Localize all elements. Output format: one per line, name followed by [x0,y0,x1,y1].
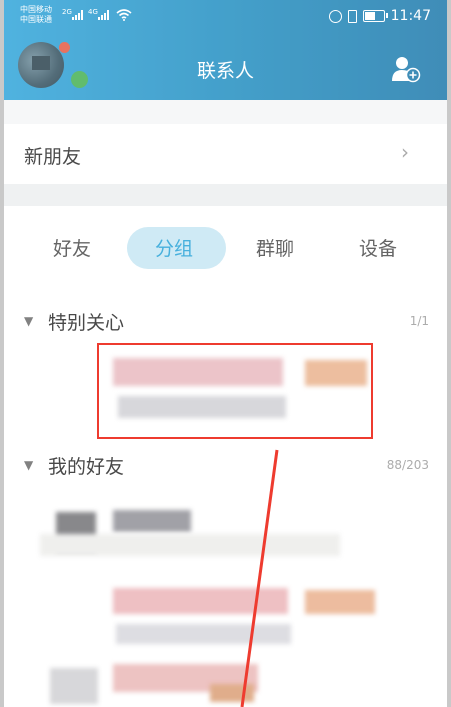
blurred-contact-status [40,534,340,556]
status-right: 11:47 [328,8,431,24]
page-title: 联系人 [196,60,254,82]
new-friends-label: 新朋友 [24,146,82,168]
carrier-labels: 中国移动 中国联通 [20,5,52,25]
triangle-down-icon: ▼ [24,314,34,328]
right-edge [447,0,451,707]
blurred-contact-name [113,510,191,532]
group-name: 特别关心 [48,312,125,334]
tab-group-chats[interactable]: 群聊 [256,234,294,261]
status-bar: 中国移动 中国联通 2G 4G 11:47 [0,0,451,30]
blurred-contact-name [113,588,288,614]
group-header-friends[interactable]: ▼ 我的好友 88/203 [0,444,451,488]
annotation-highlight-box [97,343,373,439]
group-name: 我的好友 [48,456,125,478]
section-divider [0,184,451,206]
tab-bar: 好友 分组 群聊 设备 [0,206,451,292]
carrier-1: 中国移动 [20,5,52,14]
left-edge [0,0,4,707]
signal-icon [98,10,111,20]
network-type-2: 4G [88,8,98,16]
tab-groups[interactable]: 分组 [155,234,193,261]
triangle-down-icon: ▼ [24,458,34,472]
group-header-special[interactable]: ▼ 特别关心 1/1 [0,300,451,344]
group-count: 88/203 [386,458,429,472]
app-frame: 中国移动 中国联通 2G 4G 11:47 联系人 新朋友 › 好友 分组 群聊… [0,0,451,707]
tab-devices[interactable]: 设备 [359,234,397,261]
blurred-avatar [50,668,98,704]
alarm-icon [328,9,342,23]
network-type-1: 2G [62,8,72,16]
add-contact-icon[interactable] [391,55,421,83]
new-friends-row[interactable]: 新朋友 › [0,124,451,184]
avatar-badge [59,42,70,53]
signal-icon [72,10,85,20]
blurred-contact-status [116,624,291,644]
status-time: 11:47 [390,8,431,24]
group-count: 1/1 [409,314,429,328]
battery-icon [362,10,388,22]
header-bar: 中国移动 中国联通 2G 4G 11:47 联系人 [0,0,451,100]
blurred-contact-badge [210,684,254,702]
wifi-icon [116,9,132,21]
chevron-right-icon: › [401,140,409,164]
blurred-contact-badge [305,590,375,614]
tab-friends[interactable]: 好友 [53,234,91,261]
vibrate-icon [347,9,357,23]
carrier-2: 中国联通 [20,15,52,24]
